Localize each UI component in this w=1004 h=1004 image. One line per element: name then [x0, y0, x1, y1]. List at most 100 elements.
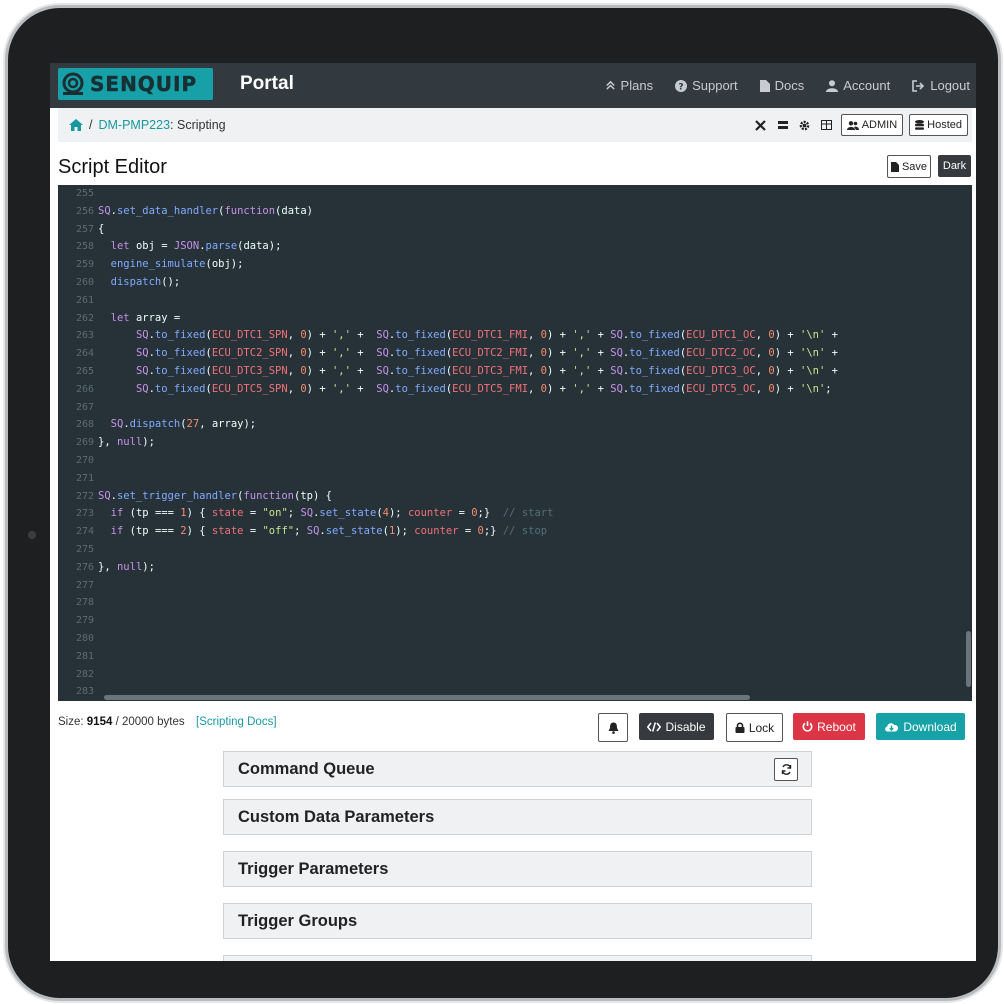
code-icon — [647, 721, 662, 732]
nav-docs-label: Docs — [774, 78, 805, 93]
brand-name: SENQUIP — [90, 72, 198, 97]
nav-support-label: Support — [692, 78, 738, 93]
tools-icon[interactable] — [753, 117, 769, 133]
code-line[interactable]: dispatch(); — [98, 274, 838, 292]
dark-mode-button[interactable]: Dark — [938, 155, 971, 177]
code-line[interactable] — [98, 648, 838, 666]
code-line[interactable]: }, null); — [98, 434, 838, 452]
line-number: 258 — [75, 241, 94, 253]
horizontal-scroll-thumb[interactable] — [104, 695, 750, 700]
breadcrumb-bar: / DM-PMP223: Scripting ADMIN Hosted — [58, 108, 972, 142]
vertical-scrollbar[interactable] — [964, 185, 972, 693]
command-queue-title: Command Queue — [238, 760, 375, 778]
admin-button[interactable]: ADMIN — [840, 114, 904, 136]
code-line[interactable] — [98, 185, 838, 203]
disable-button[interactable]: Disable — [639, 713, 714, 740]
code-line[interactable] — [98, 630, 838, 648]
reboot-button[interactable]: Reboot — [793, 713, 865, 740]
logo-mark-icon — [62, 72, 84, 95]
code-line[interactable]: SQ.to_fixed(ECU_DTC3_SPN, 0) + ',' + SQ.… — [98, 363, 838, 381]
trigger-groups-panel[interactable]: Trigger Groups — [223, 903, 812, 939]
hosted-button[interactable]: Hosted — [909, 114, 968, 136]
custom-data-parameters-title: Custom Data Parameters — [238, 808, 435, 826]
refresh-icon — [781, 764, 791, 775]
next-panel[interactable] — [223, 955, 812, 961]
senquip-logo[interactable]: SENQUIP — [58, 68, 213, 100]
code-line[interactable]: SQ.to_fixed(ECU_DTC5_SPN, 0) + ',' + SQ.… — [98, 381, 838, 399]
power-icon — [802, 721, 813, 732]
line-number: 261 — [75, 294, 94, 306]
nav-plans[interactable]: Plans — [605, 78, 654, 93]
code-editor[interactable]: 255 256 257 258 259 260 261 262 263 264 265 266 267 2… — [58, 185, 972, 701]
line-number: 262 — [75, 312, 94, 324]
code-line[interactable] — [98, 292, 838, 310]
code-line[interactable]: { — [98, 221, 838, 239]
scripting-docs-link[interactable]: [Scripting Docs] — [196, 716, 277, 728]
code-line[interactable]: SQ.dispatch(27, array); — [98, 416, 838, 434]
gear-icon[interactable] — [797, 117, 813, 133]
refresh-button[interactable] — [774, 758, 798, 781]
code-content[interactable]: SQ.set_data_handler(function(data){ let … — [98, 185, 838, 701]
user-icon — [826, 79, 839, 92]
nav-docs[interactable]: Docs — [759, 78, 805, 93]
server-icon[interactable] — [775, 117, 791, 133]
line-number: 270 — [75, 454, 94, 466]
page-title: Script Editor — [58, 156, 167, 178]
code-line[interactable] — [98, 452, 838, 470]
lock-button[interactable]: Lock — [726, 713, 783, 742]
code-line[interactable]: if (tp === 1) { state = "on"; SQ.set_sta… — [98, 505, 838, 523]
code-line[interactable]: SQ.to_fixed(ECU_DTC2_SPN, 0) + ',' + SQ.… — [98, 345, 838, 363]
nav-account[interactable]: Account — [826, 78, 890, 93]
code-line[interactable]: engine_simulate(obj); — [98, 256, 838, 274]
line-number-gutter: 255 256 257 258 259 260 261 262 263 264 265 266 267 2… — [58, 185, 96, 701]
notify-button[interactable] — [598, 713, 628, 742]
database-icon — [915, 120, 925, 130]
line-number: 259 — [75, 259, 94, 271]
vertical-scroll-thumb[interactable] — [966, 631, 971, 687]
table-icon[interactable] — [819, 117, 835, 133]
reboot-label: Reboot — [817, 719, 856, 734]
code-line[interactable] — [98, 666, 838, 684]
hosted-label: Hosted — [927, 119, 962, 131]
custom-data-parameters-panel[interactable]: Custom Data Parameters — [223, 799, 812, 835]
code-line[interactable] — [98, 541, 838, 559]
horizontal-scrollbar[interactable] — [96, 693, 972, 701]
size-label: Size: — [58, 716, 84, 728]
trigger-parameters-panel[interactable]: Trigger Parameters — [223, 851, 812, 887]
save-button[interactable]: Save — [887, 155, 931, 178]
download-button[interactable]: Download — [876, 713, 965, 740]
command-queue-panel[interactable]: Command Queue — [223, 751, 812, 787]
code-line[interactable] — [98, 577, 838, 595]
svg-text:?: ? — [678, 82, 683, 92]
code-line[interactable]: let obj = JSON.parse(data); — [98, 238, 838, 256]
portal-title: Portal — [240, 73, 294, 94]
code-line[interactable] — [98, 399, 838, 417]
nav-logout[interactable]: Logout — [912, 78, 970, 93]
code-line[interactable] — [98, 470, 838, 488]
trigger-groups-title: Trigger Groups — [238, 912, 358, 930]
bell-icon — [608, 722, 618, 734]
code-line[interactable]: let array = — [98, 310, 838, 328]
code-line[interactable] — [98, 594, 838, 612]
code-line[interactable]: SQ.set_trigger_handler(function(tp) { — [98, 488, 838, 506]
code-line[interactable]: SQ.set_data_handler(function(data) — [98, 203, 838, 221]
code-line[interactable]: if (tp === 2) { state = "off"; SQ.set_st… — [98, 523, 838, 541]
breadcrumb-page: : Scripting — [170, 118, 226, 132]
line-number: 272 — [75, 490, 94, 502]
logout-icon — [912, 79, 925, 92]
nav-support[interactable]: ? Support — [675, 78, 738, 93]
home-icon[interactable] — [69, 119, 83, 131]
breadcrumb-device-link[interactable]: DM-PMP223 — [98, 118, 170, 132]
line-number: 267 — [75, 401, 94, 413]
line-number: 257 — [75, 223, 94, 235]
code-line[interactable] — [98, 612, 838, 630]
code-line[interactable]: }, null); — [98, 559, 838, 577]
lock-icon — [735, 722, 745, 733]
screen: SENQUIP Portal Plans ? Support Docs Acco… — [50, 63, 976, 961]
nav-links: Plans ? Support Docs Account Logout — [605, 63, 970, 108]
trigger-parameters-title: Trigger Parameters — [238, 860, 389, 878]
users-icon — [846, 120, 859, 130]
code-line[interactable]: SQ.to_fixed(ECU_DTC1_SPN, 0) + ',' + SQ.… — [98, 327, 838, 345]
nav-plans-label: Plans — [620, 78, 654, 93]
line-number: 271 — [75, 472, 94, 484]
